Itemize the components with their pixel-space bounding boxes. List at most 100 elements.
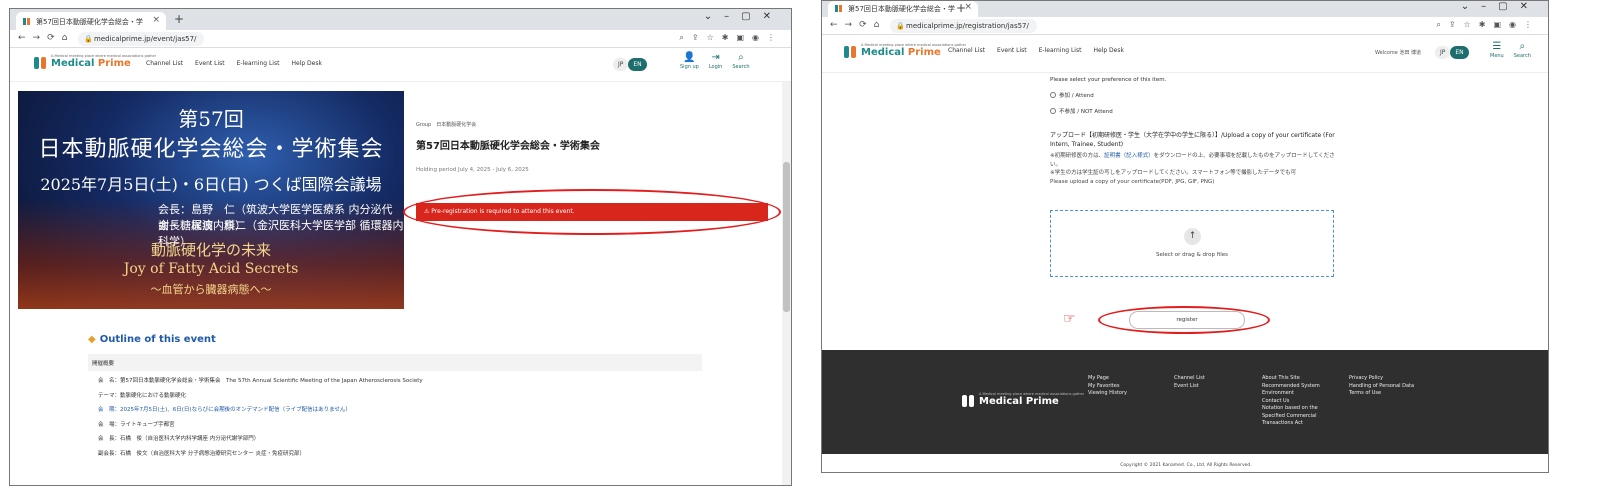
file-dropzone[interactable]: ↑ Select or drag & drop files — [1050, 210, 1334, 277]
search-icon: ⌕ — [1519, 41, 1526, 52]
footer-link[interactable]: Contact Us — [1262, 398, 1332, 406]
url-text: medicalprime.jp/registration/jas57/ — [906, 22, 1029, 30]
address-bar[interactable]: 🔒 medicalprime.jp/registration/jas57/ — [890, 19, 1037, 33]
footer-link[interactable]: Handling of Personal Data — [1349, 383, 1429, 391]
radio-attend[interactable]: 参加 / Attend — [1050, 91, 1340, 99]
footer-link[interactable]: Recommended System Environment — [1262, 383, 1332, 398]
footer-logo[interactable]: A Medical meeting place where medical as… — [962, 392, 1084, 407]
outline-heading: ◆ Outline of this event — [88, 334, 216, 345]
diamond-icon: ◆ — [88, 334, 96, 345]
footer-link[interactable]: Privacy Policy — [1349, 375, 1429, 383]
event-title: 第57回日本動脈硬化学会総会・学術集会 — [416, 141, 600, 152]
browser-tab[interactable]: 第57回日本動脈硬化学会総会・学 × — [16, 12, 166, 30]
close-tab-icon[interactable]: × — [152, 15, 160, 25]
footer-link[interactable]: Notation based on the Specified Commerci… — [1262, 405, 1332, 428]
annotation-ellipse-alert — [403, 189, 781, 235]
footer-col-1: My Page My Favorites Viewing History — [1088, 375, 1127, 398]
nav-event-list[interactable]: Event List — [997, 47, 1027, 54]
lang-en[interactable]: EN — [628, 58, 647, 71]
nav-elearning-list[interactable]: E-learning List — [1039, 47, 1082, 54]
login-icon: ⇥ — [711, 52, 720, 63]
search-button[interactable]: ⌕ Search — [732, 52, 749, 70]
scrollbar[interactable] — [782, 82, 791, 485]
copyright: Copyright © 2021 Kanamed. Co., Ltd. All … — [1120, 463, 1252, 468]
banner-subtitle: ～血管から臓器病態へ～ — [150, 283, 272, 296]
registration-form: Please select your preference of this it… — [1050, 77, 1340, 186]
event-organizer: Group 日本動脈硬化学会 — [416, 122, 477, 128]
radio-not-attend[interactable]: 不参加 / NOT Attend — [1050, 107, 1340, 115]
lock-icon: 🔒 — [84, 35, 93, 43]
site-logo[interactable]: A Medical meeting place where medical as… — [34, 54, 156, 69]
address-bar-row: ←→⟳⌂ 🔒 medicalprime.jp/event/jas57/ ⌕⇪☆✱… — [10, 30, 791, 48]
address-bar[interactable]: 🔒 medicalprime.jp/event/jas57/ — [78, 32, 205, 46]
lang-jp[interactable]: JP — [1435, 46, 1451, 59]
footer-link[interactable]: My Page — [1088, 375, 1127, 383]
footer-link[interactable]: About This Site — [1262, 375, 1332, 383]
nav-channel-list[interactable]: Channel List — [948, 47, 985, 54]
nav-buttons[interactable]: ←→⟳⌂ — [18, 33, 74, 43]
site-header: A Medical meeting place where medical as… — [10, 48, 791, 82]
nav-help-desk[interactable]: Help Desk — [1093, 47, 1124, 54]
language-toggle[interactable]: JP EN — [613, 58, 647, 71]
global-nav: Channel List Event List E-learning List … — [948, 47, 1124, 54]
language-toggle[interactable]: JP EN — [1435, 46, 1469, 59]
footer-col-3: About This Site Recommended System Envir… — [1262, 375, 1332, 428]
footer-link[interactable]: Viewing History — [1088, 390, 1127, 398]
event-outline: ◆ Outline of this event 開催概要 会 名：第57回日本動脈… — [88, 334, 702, 463]
window-controls[interactable]: ⌄–▢✕ — [1461, 1, 1540, 12]
dropzone-label: Select or drag & drop files — [1156, 252, 1228, 258]
favicon-icon — [23, 18, 30, 25]
address-bar-row: ←→⟳⌂ 🔒 medicalprime.jp/registration/jas5… — [822, 17, 1548, 35]
footer-link[interactable]: Event List — [1174, 383, 1205, 391]
outline-row: 副会長：石橋 俊文（自治医科大学 分子病態治療研究センター 炎症・免疫研究部） — [98, 450, 305, 457]
nav-buttons[interactable]: ←→⟳⌂ — [830, 20, 886, 30]
banner-theme-en: Joy of Fatty Acid Secrets — [123, 261, 299, 277]
nav-event-list[interactable]: Event List — [195, 60, 225, 67]
outline-row: 会 長：石橋 俊（自治医科大学内科学講座 内分泌代謝学部門） — [98, 436, 260, 442]
footer-link[interactable]: My Favorites — [1088, 383, 1127, 391]
banner-theme-jp: 動脈硬化学の未来 — [150, 241, 271, 259]
logo-mark-icon — [844, 44, 858, 58]
certificate-form-link[interactable]: 証明書（記入様式） — [1104, 153, 1154, 159]
pointing-hand-icon: ☞ — [1063, 311, 1076, 327]
tab-bar: 第57回日本動脈硬化学会総会・学 × + ⌄–▢✕ — [10, 9, 791, 30]
event-banner: 第57回 日本動脈硬化学会総会・学術集会 2025年7月5日(土)・6日(日) … — [18, 91, 404, 309]
footer-link[interactable]: Channel List — [1174, 375, 1205, 383]
header-actions: 👤 Sign up ⇥ Login ⌕ Search — [680, 52, 750, 70]
url-text: medicalprime.jp/event/jas57/ — [94, 35, 197, 43]
menu-button[interactable]: ☰ Menu — [1490, 41, 1504, 59]
window-controls[interactable]: ⌄–▢✕ — [704, 11, 783, 22]
login-button[interactable]: ⇥ Login — [709, 52, 723, 70]
event-period: Holding period July 4, 2025 - July 6, 20… — [416, 167, 529, 173]
signup-button[interactable]: 👤 Sign up — [680, 52, 699, 70]
lang-jp[interactable]: JP — [613, 58, 629, 71]
annotation-ellipse-register — [1098, 306, 1270, 334]
banner-title: 日本動脈硬化学会総会・学術集会 — [38, 137, 384, 162]
site-footer: A Medical meeting place where medical as… — [822, 350, 1548, 454]
logo-mark-icon — [962, 393, 976, 407]
banner-edition: 第57回 — [178, 107, 244, 131]
radio-circle-icon[interactable] — [1050, 108, 1056, 114]
toolbar-icons[interactable]: ⌕⇪☆✱▣◉⋮ — [1436, 20, 1540, 30]
footer-link[interactable]: Terms of Use — [1349, 390, 1429, 398]
menu-icon: ☰ — [1492, 41, 1502, 52]
radio-circle-icon[interactable] — [1050, 92, 1056, 98]
nav-elearning-list[interactable]: E-learning List — [237, 60, 280, 67]
new-tab-icon[interactable]: + — [174, 12, 184, 26]
banner-date: 2025年7月5日(土)・6日(日) つくば国際会議場 — [40, 175, 382, 194]
footer-col-4: Privacy Policy Handling of Personal Data… — [1349, 375, 1429, 398]
new-tab-icon[interactable]: + — [956, 1, 966, 15]
tab-title: 第57回日本動脈硬化学会総会・学 — [848, 5, 955, 13]
lock-icon: 🔒 — [896, 22, 905, 30]
event-info: Group 日本動脈硬化学会 第57回日本動脈硬化学会総会・学術集会 Holdi… — [416, 121, 786, 173]
nav-help-desk[interactable]: Help Desk — [291, 60, 322, 67]
right-browser-window: 第57回日本動脈硬化学会総会・学 × + ⌄–▢✕ ←→⟳⌂ 🔒 medical… — [821, 0, 1549, 473]
favicon-icon — [835, 5, 842, 12]
toolbar-icons[interactable]: ⌕⇪☆✱▣◉⋮ — [679, 33, 783, 43]
welcome-text: Welcome 池田 博道 — [1375, 50, 1422, 56]
nav-channel-list[interactable]: Channel List — [146, 60, 183, 67]
scrollbar-thumb[interactable] — [783, 162, 790, 312]
search-button[interactable]: ⌕ Search — [1514, 41, 1531, 59]
lang-en[interactable]: EN — [1450, 46, 1469, 59]
tab-bar: 第57回日本動脈硬化学会総会・学 × + ⌄–▢✕ — [822, 1, 1548, 17]
